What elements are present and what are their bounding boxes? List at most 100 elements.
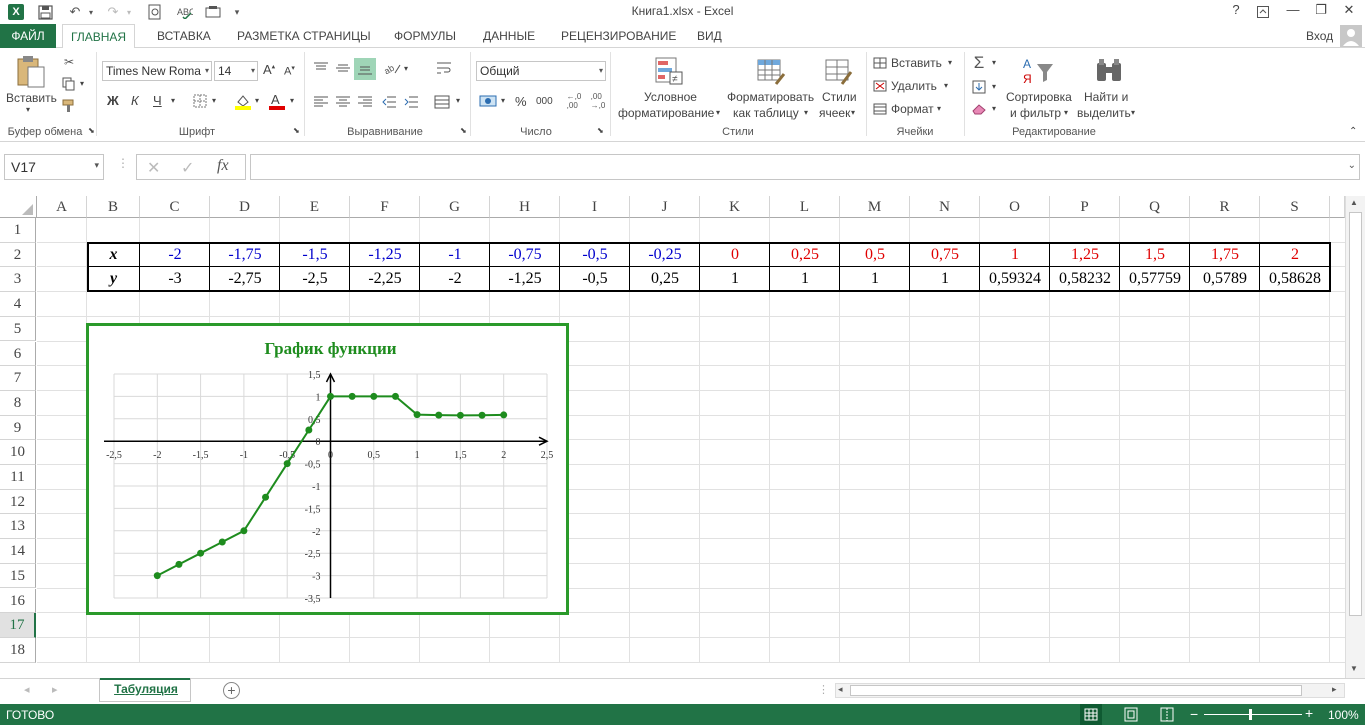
scroll-right-icon[interactable]: ▸ (1332, 684, 1337, 695)
merge-dropdown-icon[interactable]: ▾ (456, 96, 460, 105)
tab-view[interactable]: ВИД (689, 24, 730, 48)
sort-filter-icon[interactable]: АЯ (1020, 54, 1056, 88)
decrease-font-icon[interactable]: A▾ (284, 64, 295, 78)
tab-data[interactable]: ДАННЫЕ (475, 24, 543, 48)
delete-cells-button[interactable]: Удалить (891, 79, 937, 93)
column-header-e[interactable]: E (280, 196, 350, 218)
font-size-dropdown[interactable]: 14 ▾ (214, 61, 258, 81)
number-launcher-icon[interactable]: ⬊ (597, 126, 604, 135)
format-as-table-label-1[interactable]: Форматировать (727, 90, 814, 104)
x-value-cell[interactable]: 0 (700, 243, 770, 268)
y-value-cell[interactable]: 0,58232 (1050, 267, 1120, 292)
x-value-cell[interactable]: 0,5 (840, 243, 910, 268)
y-value-cell[interactable]: -2 (420, 267, 490, 292)
x-value-cell[interactable]: -1,5 (280, 243, 350, 268)
column-header-j[interactable]: J (630, 196, 700, 218)
find-select-icon[interactable] (1092, 54, 1126, 88)
horizontal-scroll-thumb[interactable] (850, 685, 1302, 696)
column-header-g[interactable]: G (420, 196, 490, 218)
increase-indent-icon[interactable] (402, 94, 420, 110)
tab-review[interactable]: РЕЦЕНЗИРОВАНИЕ (553, 24, 684, 48)
column-header-c[interactable]: C (140, 196, 210, 218)
font-name-dropdown[interactable]: Times New Roma ▾ (102, 61, 212, 81)
paste-dropdown-icon[interactable]: ▾ (26, 105, 30, 114)
clear-icon[interactable] (970, 100, 988, 118)
format-cells-icon[interactable] (872, 102, 888, 116)
x-value-cell[interactable]: 0,25 (770, 243, 840, 268)
conditional-formatting-label-1[interactable]: Условное (644, 90, 697, 104)
sort-filter-label-1[interactable]: Сортировка (1006, 90, 1072, 104)
cell-styles-icon[interactable] (822, 54, 856, 88)
font-launcher-icon[interactable]: ⬊ (293, 126, 300, 135)
y-value-cell[interactable]: 0,57759 (1120, 267, 1190, 292)
cancel-entry-icon[interactable]: ✕ (147, 158, 160, 178)
name-box[interactable]: V17 ▾ (4, 154, 104, 180)
expand-formula-bar-icon[interactable]: ⌄ (1348, 160, 1356, 171)
x-value-cell[interactable]: 1 (980, 243, 1050, 268)
bold-button[interactable]: Ж (107, 93, 119, 108)
merge-center-icon[interactable] (432, 92, 452, 112)
align-bottom-icon[interactable] (354, 58, 376, 80)
row-header-7[interactable]: 7 (0, 366, 36, 391)
find-select-dropdown-icon[interactable]: ▾ (1131, 108, 1135, 117)
italic-button[interactable]: К (131, 93, 139, 108)
column-header-o[interactable]: O (980, 196, 1050, 218)
x-value-cell[interactable]: 1,25 (1050, 243, 1120, 268)
y-value-cell[interactable]: 1 (840, 267, 910, 292)
font-color-dropdown-icon[interactable]: ▾ (290, 96, 294, 105)
collapse-ribbon-icon[interactable]: ⌃ (1349, 126, 1357, 137)
x-label-cell[interactable]: x (87, 243, 140, 268)
wrap-text-icon[interactable] (434, 58, 454, 78)
x-value-cell[interactable]: 1,75 (1190, 243, 1260, 268)
chart-area[interactable]: График функции -2,5 -2 -1,5 -1 -0,5 0 0,5 1 1,5 2… (86, 323, 569, 615)
currency-format-icon[interactable] (478, 93, 498, 109)
format-as-table-dropdown-icon[interactable]: ▾ (804, 108, 808, 117)
add-sheet-icon[interactable]: + (223, 682, 240, 699)
tab-home[interactable]: ГЛАВНАЯ (62, 24, 136, 49)
insert-cells-dropdown-icon[interactable]: ▾ (948, 58, 952, 67)
y-value-cell[interactable]: 0,59324 (980, 267, 1050, 292)
column-header-f[interactable]: F (350, 196, 420, 218)
clipboard-launcher-icon[interactable]: ⬊ (88, 126, 95, 135)
decrease-decimal-icon[interactable]: ,00 →,0 (588, 92, 608, 110)
row-header-8[interactable]: 8 (0, 390, 36, 416)
underline-button[interactable]: Ч (153, 93, 162, 108)
column-header-s[interactable]: S (1260, 196, 1330, 218)
x-value-cell[interactable]: -0,75 (490, 243, 560, 268)
align-top-icon[interactable] (312, 60, 330, 76)
column-header-h[interactable]: H (490, 196, 560, 218)
zoom-in-icon[interactable]: + (1305, 705, 1313, 721)
row-header-16[interactable]: 16 (0, 588, 36, 614)
vertical-scrollbar[interactable]: ▲ ▼ (1345, 196, 1365, 678)
copy-dropdown-icon[interactable]: ▾ (80, 79, 84, 88)
fill-color-icon[interactable] (234, 92, 252, 110)
align-center-icon[interactable] (334, 94, 352, 110)
orientation-icon[interactable]: ab (382, 60, 404, 76)
cell-styles-label-2[interactable]: ячеек (819, 106, 850, 120)
alignment-launcher-icon[interactable]: ⬊ (460, 126, 467, 135)
scroll-down-icon[interactable]: ▼ (1350, 664, 1358, 673)
row-header-4[interactable]: 4 (0, 292, 36, 317)
tab-splitter-icon[interactable]: ⋮ (818, 683, 829, 696)
align-left-icon[interactable] (312, 94, 330, 110)
column-header-q[interactable]: Q (1120, 196, 1190, 218)
y-value-cell[interactable]: -0,5 (560, 267, 630, 292)
y-value-cell[interactable]: -2,75 (210, 267, 280, 292)
y-value-cell[interactable]: -1,25 (490, 267, 560, 292)
y-value-cell[interactable]: 1 (910, 267, 980, 292)
conditional-formatting-label-2[interactable]: форматирование (618, 106, 714, 120)
y-value-cell[interactable]: 1 (770, 267, 840, 292)
row-header-3[interactable]: 3 (0, 267, 36, 293)
cell-styles-label-1[interactable]: Стили (822, 90, 857, 104)
y-value-cell[interactable]: 0,5789 (1190, 267, 1260, 292)
y-value-cell[interactable]: 1 (700, 267, 770, 292)
row-header-15[interactable]: 15 (0, 563, 36, 589)
row-header-17[interactable]: 17 (0, 613, 36, 638)
paste-button[interactable]: Вставить (6, 91, 57, 105)
clear-dropdown-icon[interactable]: ▾ (992, 104, 996, 113)
normal-view-icon[interactable] (1080, 704, 1102, 725)
sheet-tab-tabulation[interactable]: Табуляция (99, 678, 191, 702)
align-right-icon[interactable] (356, 94, 374, 110)
sort-filter-label-2[interactable]: и фильтр (1010, 106, 1061, 120)
format-cells-button[interactable]: Формат (891, 102, 934, 116)
